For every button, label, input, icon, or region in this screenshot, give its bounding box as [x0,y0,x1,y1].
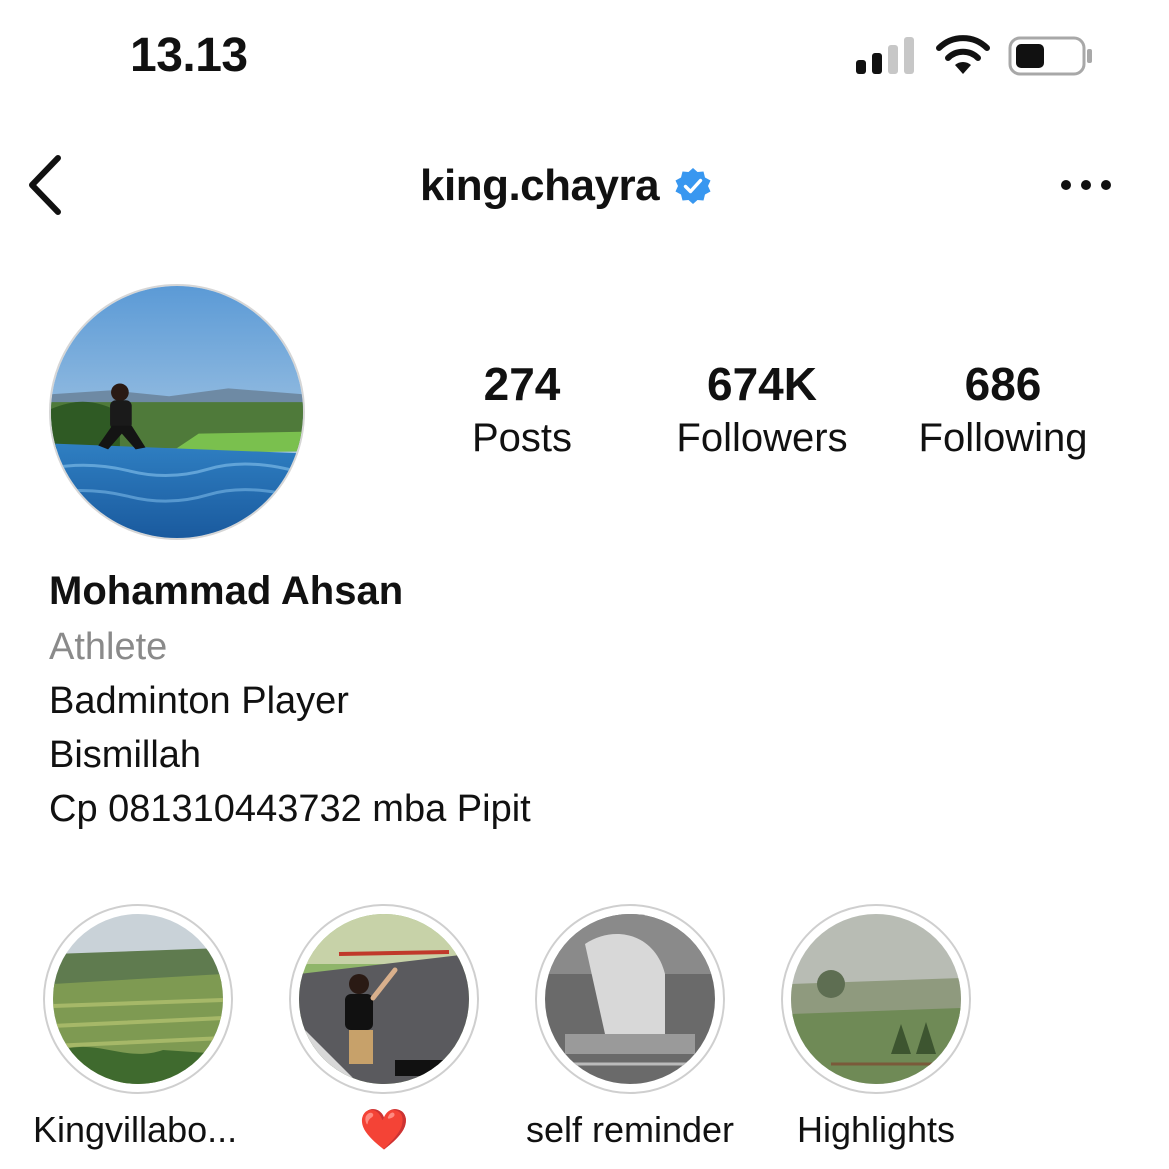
profile-avatar[interactable] [49,284,305,540]
highlight-label: Kingvillabo... [33,1109,238,1150]
highlight-cover [299,914,469,1084]
profile-name: Mohammad Ahsan [49,569,404,613]
highlight-label: Highlights [796,1109,956,1150]
highlight-label: ❤️ [359,1108,409,1152]
bio-line-contact: Cp 081310443732 mba Pipit [49,788,531,830]
posts-count: 274 [483,358,561,410]
followers-count: 674K [707,358,817,410]
highlight-cover [545,914,715,1084]
posts-label: Posts [471,416,573,460]
wifi-icon [936,35,990,74]
back-button[interactable] [22,152,72,218]
following-label: Following [918,416,1088,460]
highlight-cover [791,914,961,1084]
followers-label: Followers [676,416,848,460]
highlight-ring [289,904,479,1094]
status-icons [854,34,1094,78]
more-horizontal-icon [1061,180,1111,190]
following-count: 686 [964,358,1042,410]
highlight-ring [781,904,971,1094]
verified-badge-icon [673,166,713,206]
avatar-photo [51,286,303,538]
stat-posts[interactable]: 274 Posts [442,356,602,464]
cellular-signal-icon [856,37,914,74]
more-options-button[interactable] [1056,162,1116,208]
username: king.chayra [420,161,660,210]
profile-bio: Mohammad Ahsan Athlete Badminton Player … [49,566,1129,836]
stat-followers[interactable]: 674K Followers [652,356,872,464]
profile-header-title: king.chayra [420,156,713,216]
chevron-left-icon [29,155,61,215]
stat-following[interactable]: 686 Following [898,356,1108,464]
highlight-ring [43,904,233,1094]
highlight-cover [53,914,223,1084]
profile-category: Athlete [49,626,168,668]
bio-line-greeting: Bismillah [49,734,202,776]
bio-line-sport: Badminton Player [49,680,349,722]
status-time: 13.13 [130,29,248,82]
highlight-label: self reminder [525,1109,735,1150]
battery-icon [1008,36,1092,76]
highlight-ring [535,904,725,1094]
